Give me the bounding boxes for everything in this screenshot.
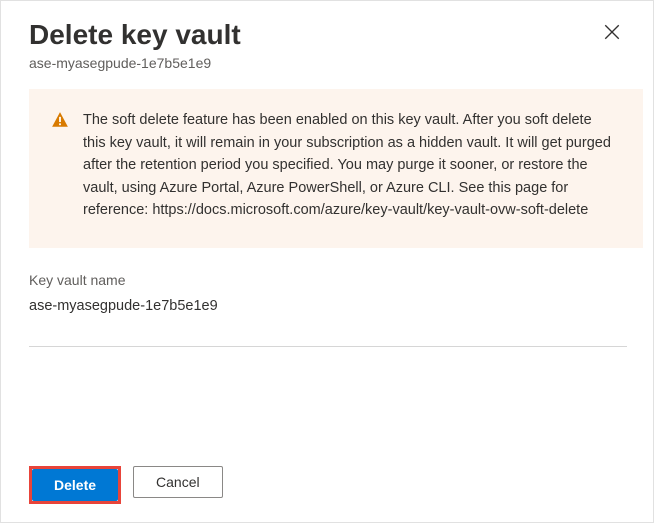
delete-button[interactable]: Delete — [32, 469, 118, 501]
warning-text: The soft delete feature has been enabled… — [83, 109, 615, 221]
panel-subtitle: ase-myasegpude-1e7b5e1e9 — [29, 55, 241, 71]
close-icon — [603, 29, 621, 44]
field-label: Key vault name — [29, 272, 627, 288]
panel-header: Delete key vault ase-myasegpude-1e7b5e1e… — [29, 19, 653, 71]
cancel-button[interactable]: Cancel — [133, 466, 223, 498]
panel-body[interactable]: The soft delete feature has been enabled… — [29, 89, 653, 450]
key-vault-name-field: Key vault name ase-myasegpude-1e7b5e1e9 — [29, 272, 647, 314]
panel-footer: Delete Cancel — [29, 466, 653, 504]
delete-button-highlight: Delete — [29, 466, 121, 504]
title-block: Delete key vault ase-myasegpude-1e7b5e1e… — [29, 19, 241, 71]
close-button[interactable] — [599, 19, 625, 45]
panel-title: Delete key vault — [29, 19, 241, 51]
field-value: ase-myasegpude-1e7b5e1e9 — [29, 298, 627, 314]
warning-banner: The soft delete feature has been enabled… — [29, 89, 643, 247]
warning-icon — [51, 111, 69, 221]
delete-key-vault-panel: Delete key vault ase-myasegpude-1e7b5e1e… — [1, 1, 653, 522]
divider — [29, 346, 627, 347]
